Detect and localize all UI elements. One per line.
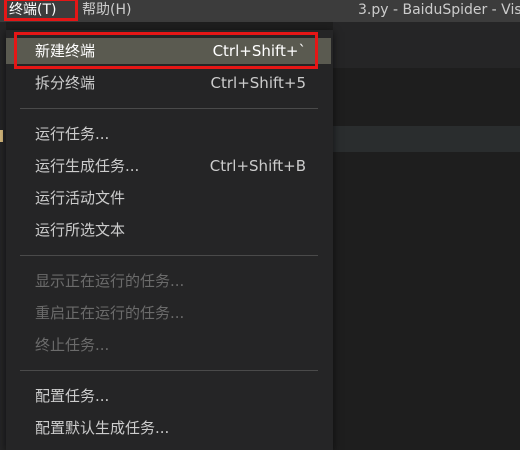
editor-current-line	[333, 126, 520, 152]
menu-item-configure-tasks[interactable]: 配置任务...	[6, 383, 331, 409]
menu-item-label: 运行生成任务...	[35, 157, 140, 175]
menu-item-label: 显示正在运行的任务...	[35, 272, 185, 290]
menu-bar: 终端(T) 帮助(H) 3.py - BaiduSpider - Visu	[0, 0, 520, 22]
menu-item-label: 运行任务...	[35, 125, 110, 143]
menu-item-label: 拆分终端	[35, 74, 96, 92]
menu-separator	[20, 108, 318, 109]
menu-item-terminate-task: 终止任务...	[6, 332, 331, 358]
menu-help[interactable]: 帮助(H)	[82, 0, 131, 22]
menu-item-run-selected-text[interactable]: 运行所选文本	[6, 217, 331, 243]
menu-item-label: 终止任务...	[35, 336, 110, 354]
menu-item-run-task[interactable]: 运行任务...	[6, 121, 331, 147]
menu-item-label: 运行所选文本	[35, 221, 126, 239]
editor-tab-strip	[333, 22, 520, 68]
highlight-outline-terminal-menu	[4, 0, 78, 21]
gutter-marker	[0, 130, 3, 142]
menu-item-label: 重启正在运行的任务...	[35, 304, 185, 322]
menu-item-label: 配置任务...	[35, 387, 110, 405]
menu-item-show-running-tasks: 显示正在运行的任务...	[6, 268, 331, 294]
menu-item-split-terminal[interactable]: 拆分终端 Ctrl+Shift+5	[6, 70, 331, 96]
menu-item-label: 配置默认生成任务...	[35, 419, 170, 437]
window-title: 3.py - BaiduSpider - Visu	[358, 2, 520, 18]
terminal-menu-dropdown: 新建终端 Ctrl+Shift+` 拆分终端 Ctrl+Shift+5 运行任务…	[6, 30, 333, 450]
menu-item-run-active-file[interactable]: 运行活动文件	[6, 185, 331, 211]
menu-item-shortcut: Ctrl+Shift+B	[209, 157, 306, 175]
menu-separator	[20, 370, 318, 371]
menu-item-label: 运行活动文件	[35, 189, 126, 207]
menu-item-shortcut: Ctrl+Shift+5	[210, 74, 306, 92]
menu-separator	[20, 255, 318, 256]
menu-item-run-build-task[interactable]: 运行生成任务... Ctrl+Shift+B	[6, 153, 331, 179]
menu-item-configure-default-build-task[interactable]: 配置默认生成任务...	[6, 415, 331, 441]
highlight-outline-new-terminal	[14, 32, 318, 69]
menu-item-restart-running-task: 重启正在运行的任务...	[6, 300, 331, 326]
